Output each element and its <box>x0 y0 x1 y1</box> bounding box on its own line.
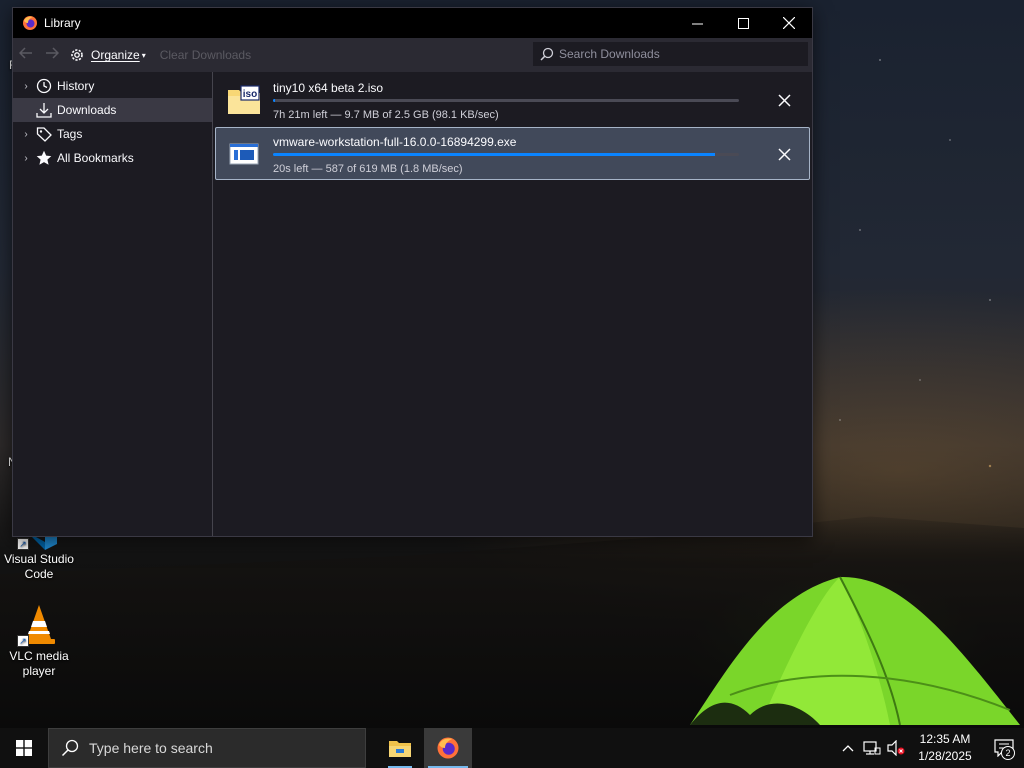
tag-icon <box>36 127 52 142</box>
vlc-icon: ↗ <box>17 603 61 647</box>
sidebar-item-label: Downloads <box>57 103 117 117</box>
forward-button[interactable] <box>39 46 65 64</box>
chevron-right-icon[interactable]: › <box>19 81 33 92</box>
action-center-button[interactable]: 2 <box>984 728 1024 768</box>
search-icon <box>61 739 79 757</box>
download-status: 7h 21m left — 9.7 MB of 2.5 GB (98.1 KB/… <box>273 109 499 121</box>
system-tray: 12:35 AM 1/28/2025 2 <box>836 728 1024 768</box>
download-icon <box>36 103 52 118</box>
chevron-right-icon[interactable]: › <box>19 129 33 140</box>
download-progress-bar <box>273 99 739 102</box>
library-toolbar: Organize ▾ Clear Downloads <box>13 38 812 72</box>
download-item[interactable]: vmware-workstation-full-16.0.0-16894299.… <box>215 127 810 180</box>
close-button[interactable] <box>766 8 812 38</box>
sidebar-item-all-bookmarks[interactable]: › All Bookmarks <box>13 146 212 170</box>
sidebar-item-label: History <box>57 79 95 93</box>
firefox-icon <box>437 737 459 759</box>
iso-file-icon: iso <box>228 85 260 114</box>
close-icon <box>777 93 791 107</box>
back-button[interactable] <box>13 46 39 64</box>
desktop-icon-vlc[interactable]: ↗ VLC media player <box>1 603 77 679</box>
network-icon <box>863 741 881 755</box>
library-window: Library Organize ▾ Clear Downloads Searc… <box>12 7 813 537</box>
taskbar-search-box[interactable]: Type here to search <box>48 728 366 768</box>
taskbar-file-explorer[interactable] <box>376 728 424 768</box>
chevron-down-icon: ▾ <box>141 50 146 60</box>
arrow-left-icon <box>18 47 32 59</box>
download-item[interactable]: iso tiny10 x64 beta 2.iso 7h 21m left — … <box>215 73 810 126</box>
organize-menu-button[interactable]: Organize ▾ <box>69 47 146 63</box>
taskbar: Type here to search 12:35 AM 1/28/2025 2 <box>0 728 1024 768</box>
sidebar-item-downloads[interactable]: Downloads <box>13 98 212 122</box>
download-filename: tiny10 x64 beta 2.iso <box>273 81 384 95</box>
chevron-up-icon <box>842 745 854 752</box>
shortcut-arrow-icon: ↗ <box>17 635 29 647</box>
search-icon <box>540 47 554 61</box>
volume-muted-icon <box>887 740 905 756</box>
shortcut-arrow-icon: ↗ <box>17 538 29 550</box>
clock-date: 1/28/2025 <box>918 749 972 763</box>
maximize-icon <box>737 17 749 29</box>
desktop-icon-label: VLC media player <box>9 649 69 678</box>
network-button[interactable] <box>860 728 884 768</box>
minimize-button[interactable] <box>674 8 720 38</box>
chevron-right-icon[interactable]: › <box>19 153 33 164</box>
cancel-download-button[interactable] <box>775 91 793 109</box>
clock-icon <box>36 78 52 94</box>
clear-downloads-button[interactable]: Clear Downloads <box>160 48 251 62</box>
close-icon <box>783 17 795 29</box>
close-icon <box>777 147 791 161</box>
desktop-icon-label: Visual Studio Code <box>4 552 74 581</box>
wallpaper-tent <box>690 576 1020 725</box>
show-hidden-icons-button[interactable] <box>836 728 860 768</box>
windows-logo-icon <box>16 740 32 756</box>
search-box[interactable] <box>533 42 808 66</box>
start-button[interactable] <box>0 728 48 768</box>
clock-time: 12:35 AM <box>919 732 971 746</box>
download-progress-bar <box>273 153 739 156</box>
taskbar-search-placeholder: Type here to search <box>89 740 213 756</box>
sidebar-item-label: All Bookmarks <box>57 151 134 165</box>
exe-file-icon <box>229 143 259 165</box>
gear-icon <box>71 49 83 61</box>
library-sidebar: › History Downloads › Tags › All Bookmar… <box>13 72 213 536</box>
sidebar-item-history[interactable]: › History <box>13 74 212 98</box>
title-bar[interactable]: Library <box>13 8 812 38</box>
organize-label: Organize <box>91 48 140 62</box>
file-explorer-icon <box>389 741 411 757</box>
svg-text:iso: iso <box>243 89 257 100</box>
maximize-button[interactable] <box>720 8 766 38</box>
sidebar-item-label: Tags <box>57 127 83 141</box>
star-icon <box>36 150 52 165</box>
sidebar-item-tags[interactable]: › Tags <box>13 122 212 146</box>
window-title: Library <box>44 16 81 30</box>
taskbar-clock[interactable]: 12:35 AM 1/28/2025 <box>912 731 978 765</box>
search-downloads-input[interactable] <box>559 47 799 61</box>
download-filename: vmware-workstation-full-16.0.0-16894299.… <box>273 135 517 149</box>
desktop-icon-vscode[interactable]: ↗ Visual Studio Code <box>1 530 77 582</box>
volume-button[interactable] <box>884 728 908 768</box>
minimize-icon <box>691 23 703 24</box>
downloads-list: iso tiny10 x64 beta 2.iso 7h 21m left — … <box>213 72 812 536</box>
arrow-right-icon <box>46 47 60 59</box>
notification-count-badge: 2 <box>1001 746 1015 760</box>
cancel-download-button[interactable] <box>775 145 793 163</box>
taskbar-firefox[interactable] <box>424 728 472 768</box>
firefox-icon <box>23 16 37 30</box>
download-status: 20s left — 587 of 619 MB (1.8 MB/sec) <box>273 163 463 175</box>
